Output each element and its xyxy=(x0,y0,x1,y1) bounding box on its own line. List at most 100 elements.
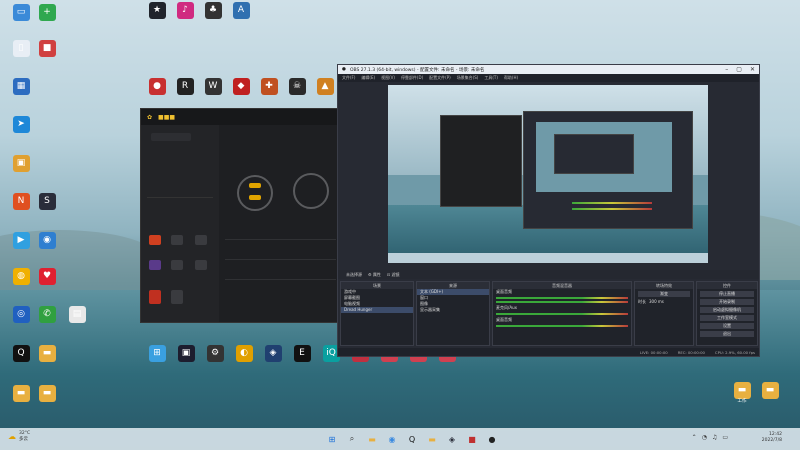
taskbar-apps: ⊞ ⌕ ▬ ◉ Q ▬ ◈ ■ ● xyxy=(326,433,498,445)
obs-preview[interactable] xyxy=(388,85,708,263)
game-icon[interactable]: ■ xyxy=(466,433,478,445)
sources-panel: 来源 文本 (GDI+) 窗口 图像 显示器采集 xyxy=(416,281,490,346)
properties-button[interactable]: ⚙ 属性 xyxy=(368,272,381,278)
app-icon: ✆ xyxy=(38,306,56,323)
explorer-icon[interactable]: ▬ xyxy=(366,433,378,445)
desktop-icon[interactable]: A xyxy=(224,2,258,20)
minimize-icon[interactable]: – xyxy=(725,66,728,73)
app-icon: ▤ xyxy=(68,306,86,323)
battery-icon[interactable]: ▭ xyxy=(722,434,728,441)
desktop-icon[interactable]: ➤ xyxy=(4,116,38,134)
volume-slider[interactable] xyxy=(496,301,628,303)
menu-item[interactable]: 配置文件(P) xyxy=(429,75,451,81)
scene-item[interactable]: Dread Hunger xyxy=(341,307,413,313)
desktop-icon[interactable]: ▬ xyxy=(30,385,64,403)
menu-item[interactable]: 帮助(H) xyxy=(504,75,518,81)
app-icon: ♥ xyxy=(38,268,56,285)
yellow-button[interactable] xyxy=(249,183,261,188)
exit-button[interactable]: 退出 xyxy=(700,331,754,337)
weather-widget[interactable]: ☁ 32°C 多云 xyxy=(8,431,30,442)
filters-button[interactable]: ⊡ 滤镜 xyxy=(387,272,400,278)
duration-input[interactable]: 300 ms xyxy=(649,299,664,305)
menu-item[interactable]: 停靠部件(D) xyxy=(401,75,423,81)
app-icon: ◍ xyxy=(12,268,30,285)
network-icon[interactable]: ◔ xyxy=(702,434,707,441)
app-logo-icon: ✿ xyxy=(147,113,153,121)
studio-mode-button[interactable]: 工作室模式 xyxy=(700,315,754,321)
app-icon: ▭ xyxy=(12,4,30,21)
app-icon: ⊞ xyxy=(148,345,166,362)
settings-button[interactable]: 设置 xyxy=(700,323,754,329)
desktop-icon-label: 工作 xyxy=(737,399,747,404)
desktop-icon[interactable]: ▣ xyxy=(4,155,38,173)
desktop-icon[interactable]: ▬ xyxy=(30,345,64,363)
start-recording-button[interactable]: 开始录制 xyxy=(700,299,754,305)
settings-row xyxy=(225,239,336,240)
transition-select[interactable]: 渐变 xyxy=(638,291,690,297)
obs-statusbar: LIVE: 00:00:00 REC: 00:00:00 CPU: 2.9%, … xyxy=(338,348,759,356)
clock-date: 2022/7/8 xyxy=(761,437,782,443)
desktop-icon[interactable]: ✆ xyxy=(30,306,64,324)
obs-icon[interactable]: ● xyxy=(486,433,498,445)
menu-item[interactable]: 视图(V) xyxy=(381,75,395,81)
mixer-track-label: 桌面音频 xyxy=(496,289,512,294)
source-item[interactable]: 显示器采集 xyxy=(417,307,489,313)
start-icon[interactable]: ⊞ xyxy=(326,433,338,445)
chrome-icon[interactable]: ◉ xyxy=(386,433,398,445)
folder-icon[interactable]: ▬ xyxy=(426,433,438,445)
desktop-icon[interactable]: N xyxy=(4,193,38,211)
stop-stream-button[interactable]: 停止直播 xyxy=(700,291,754,297)
app-icon: Q xyxy=(12,345,30,362)
streaming-app-window[interactable]: ✿ ■■■ xyxy=(140,108,343,323)
mixer-track-label: 麦克风/Aux xyxy=(496,305,517,310)
menu-item[interactable]: 文件(F) xyxy=(342,75,355,81)
desktop-icon[interactable]: ▬ xyxy=(753,382,787,400)
app-icon: ⚙ xyxy=(206,345,224,362)
menu-item[interactable]: 工具(T) xyxy=(484,75,498,81)
app-icon[interactable]: ◈ xyxy=(446,433,458,445)
volume-icon[interactable]: ♫ xyxy=(712,434,717,441)
app-icon: ★ xyxy=(148,2,166,19)
app-icon: A xyxy=(232,2,250,19)
clock[interactable]: 12:42 2022/7/8 xyxy=(762,432,782,444)
desktop-icon[interactable]: ▤ xyxy=(60,306,94,324)
desktop-icon[interactable]: ■ xyxy=(30,40,64,58)
stream-target-circle[interactable] xyxy=(293,173,329,209)
desktop-icon[interactable]: ◉ xyxy=(30,232,64,250)
stream-source-circle[interactable] xyxy=(237,175,273,211)
app-icon: ▶ xyxy=(12,232,30,249)
app-icon: ▯ xyxy=(12,40,30,57)
app-icon: ▬ xyxy=(38,385,56,402)
app-icon: ▣ xyxy=(177,345,195,362)
menu-item[interactable]: 编辑(E) xyxy=(361,75,375,81)
desktop-icon[interactable]: ▦ xyxy=(4,78,38,96)
duration-label: 时长 xyxy=(638,299,646,304)
qq-icon[interactable]: Q xyxy=(406,433,418,445)
maximize-icon[interactable]: ▢ xyxy=(736,66,742,73)
app-icon: ▬ xyxy=(761,382,779,399)
menu-item[interactable]: 场景集合(S) xyxy=(457,75,479,81)
obs-titlebar: ● OBS 27.1.3 (64-bit, windows) - 配置文件: 未… xyxy=(338,65,759,74)
cpu-fps: CPU: 2.9%, 60.00 fps xyxy=(714,349,755,355)
mixer-track-label: 桌面音频 xyxy=(496,317,512,322)
app-sidebar xyxy=(141,125,219,322)
desktop-icon[interactable]: + xyxy=(30,4,64,22)
sources-header: 来源 xyxy=(417,282,489,289)
chevron-up-icon[interactable]: ⌃ xyxy=(692,434,697,441)
transitions-header: 转场特效 xyxy=(635,282,693,289)
obs-window[interactable]: ● OBS 27.1.3 (64-bit, windows) - 配置文件: 未… xyxy=(337,64,760,357)
app-icon: ◉ xyxy=(38,232,56,249)
app-icon: W xyxy=(204,78,222,95)
system-tray: ⌃ ◔ ♫ ▭ xyxy=(692,434,728,441)
close-icon[interactable]: ✕ xyxy=(750,66,755,73)
virtual-camera-button[interactable]: 启动虚拟摄像机 xyxy=(700,307,754,313)
desktop-icon[interactable]: ♥ xyxy=(30,268,64,286)
app-icon: ● xyxy=(148,78,166,95)
app-icon: ▦ xyxy=(12,78,30,95)
yellow-button[interactable] xyxy=(249,195,261,200)
app-icon: ➤ xyxy=(12,116,30,133)
no-source-label: 未选择源 xyxy=(346,271,362,277)
obs-logo-icon: ● xyxy=(342,67,346,72)
search-icon[interactable]: ⌕ xyxy=(346,433,358,445)
scenes-panel: 场景 游戏中 屏幕截图 电脑视频 Dread Hunger xyxy=(340,281,414,346)
